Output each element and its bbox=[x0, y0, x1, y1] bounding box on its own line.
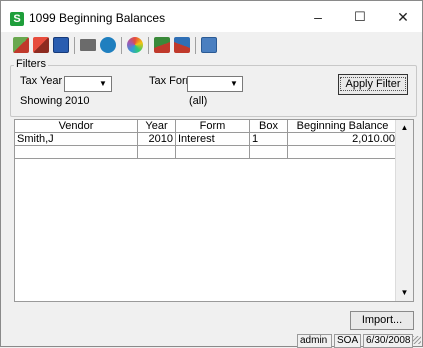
window-title: 1099 Beginning Balances bbox=[29, 11, 166, 25]
apply-filter-button[interactable]: Apply Filter bbox=[338, 74, 408, 95]
table-cell-form[interactable] bbox=[176, 146, 250, 159]
printer-icon[interactable] bbox=[80, 39, 96, 51]
save-icon[interactable] bbox=[53, 37, 69, 53]
showing-form: (all) bbox=[189, 95, 208, 107]
resize-grip-icon[interactable] bbox=[413, 336, 421, 344]
tax-year-select[interactable]: ▼ bbox=[64, 76, 112, 92]
table-cell-balance[interactable]: 2,010.00 bbox=[288, 133, 398, 146]
table-cell-year[interactable] bbox=[138, 146, 176, 159]
scroll-up-icon[interactable]: ▲ bbox=[396, 120, 413, 136]
print-report-icon[interactable] bbox=[33, 37, 49, 53]
showing-year: 2010 bbox=[65, 95, 90, 107]
column-header-form[interactable]: Form bbox=[176, 120, 250, 133]
table-cell-form[interactable]: Interest bbox=[176, 133, 250, 146]
scroll-down-icon[interactable]: ▼ bbox=[396, 285, 413, 301]
chevron-down-icon: ▼ bbox=[230, 79, 238, 88]
maximize-button[interactable]: ☐ bbox=[343, 5, 377, 29]
status-company: SOA bbox=[334, 334, 361, 348]
app-window: S 1099 Beginning Balances – ☐ ✕ Filters … bbox=[0, 0, 423, 348]
balances-grid[interactable]: Vendor Year Form Box Beginning Balance S… bbox=[14, 119, 414, 302]
table-cell-vendor[interactable] bbox=[15, 146, 138, 159]
title-bar: S 1099 Beginning Balances – ☐ ✕ bbox=[1, 1, 422, 32]
toolbar-separator bbox=[74, 37, 75, 54]
tax-year-label: Tax Year bbox=[20, 75, 63, 87]
close-button[interactable]: ✕ bbox=[386, 5, 420, 29]
status-user: admin bbox=[297, 334, 332, 348]
column-header-box[interactable]: Box bbox=[250, 120, 288, 133]
showing-label: Showing bbox=[20, 95, 63, 107]
table-cell-balance[interactable] bbox=[288, 146, 398, 159]
status-date: 6/30/2008 bbox=[363, 334, 413, 348]
table-cell-box[interactable]: 1 bbox=[250, 133, 288, 146]
toolbar-separator bbox=[148, 37, 149, 54]
filters-group-label: Filters bbox=[14, 58, 48, 70]
toolbar-separator bbox=[121, 37, 122, 54]
help-icon[interactable] bbox=[100, 37, 116, 53]
toolbar-separator bbox=[195, 37, 196, 54]
reconcile-icon[interactable] bbox=[174, 37, 190, 53]
column-header-beginning-balance[interactable]: Beginning Balance bbox=[288, 120, 398, 133]
table-cell-box[interactable] bbox=[250, 146, 288, 159]
vertical-scrollbar[interactable]: ▲ ▼ bbox=[395, 120, 413, 301]
tax-form-select[interactable]: ▼ bbox=[187, 76, 243, 92]
column-header-vendor[interactable]: Vendor bbox=[15, 120, 138, 133]
import-button[interactable]: Import... bbox=[350, 311, 414, 330]
apply-filter-label: Apply Filter bbox=[340, 77, 406, 91]
chevron-down-icon: ▼ bbox=[99, 79, 107, 88]
toolbar bbox=[1, 32, 422, 57]
calculator-icon[interactable] bbox=[201, 37, 217, 53]
table-cell-vendor[interactable]: Smith,J bbox=[15, 133, 138, 146]
column-header-year[interactable]: Year bbox=[138, 120, 176, 133]
export-icon[interactable] bbox=[13, 37, 29, 53]
color-palette-icon[interactable] bbox=[127, 37, 143, 53]
app-logo-icon: S bbox=[10, 12, 24, 26]
minimize-button[interactable]: – bbox=[301, 5, 335, 29]
checklist-icon[interactable] bbox=[154, 37, 170, 53]
table-cell-year[interactable]: 2010 bbox=[138, 133, 176, 146]
